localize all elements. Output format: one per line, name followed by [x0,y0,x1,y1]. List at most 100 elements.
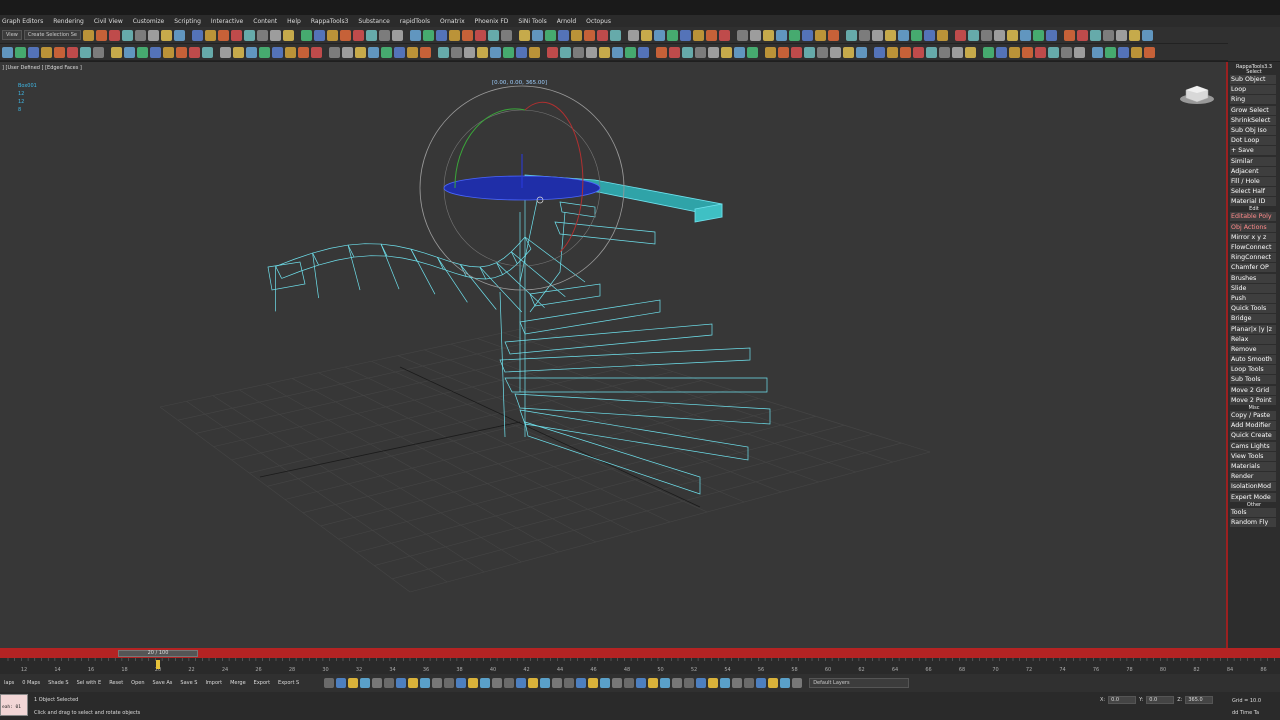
toolbar-tool-icon[interactable] [28,46,39,58]
rappa-chamfer-op-button[interactable]: Chamfer OP [1230,263,1276,273]
bottom-save-s-button[interactable]: Save S [176,680,201,686]
toolbar-tool-icon[interactable] [570,29,582,41]
bottom-export-button[interactable]: Export [250,680,274,686]
toolbar-tool-icon[interactable] [233,46,244,58]
rappa-save-button[interactable]: + Save [1230,146,1276,156]
rappa-fill-hole-button[interactable]: Fill / Hole [1230,176,1276,186]
toolbar-tool-icon[interactable] [394,46,405,58]
rappa-ringconnect-button[interactable]: RingConnect [1230,253,1276,263]
y-field[interactable]: 0.0 [1146,696,1175,704]
toolbar-tool-icon[interactable] [246,46,257,58]
rappa-loop-button[interactable]: Loop [1230,85,1276,95]
bottom-tool-icon[interactable] [336,678,347,688]
menu-help[interactable]: Help [285,18,309,25]
toolbar-tool-icon[interactable] [1076,29,1088,41]
rappa-copy-paste-button[interactable]: Copy / Paste [1230,411,1276,420]
rappa-dot-loop-button[interactable]: Dot Loop [1230,136,1276,146]
toolbar-tool-icon[interactable] [573,46,584,58]
toolbar-tool-icon[interactable] [612,46,623,58]
toolbar-tool-icon[interactable] [599,46,610,58]
toolbar-tool-icon[interactable] [804,46,815,58]
toolbar-tool-icon[interactable] [967,29,979,41]
toolbar-tool-icon[interactable] [542,47,545,58]
bottom-tool-icon[interactable] [480,678,491,688]
toolbar-tool-icon[interactable] [596,29,608,41]
toolbar-tool-icon[interactable] [41,46,52,58]
toolbar-tool-icon[interactable] [778,46,789,58]
rappa-adjacent-button[interactable]: Adjacent [1230,166,1276,176]
rappa-select-half-button[interactable]: Select Half [1230,187,1276,197]
viewcube-icon[interactable] [1178,80,1216,106]
perspective-viewport[interactable]: ] [User Defined ] [Edged Faces ] Box001 … [0,62,1226,648]
rappa-similar-button[interactable]: Similar [1230,156,1276,166]
toolbar-tool-icon[interactable] [669,46,680,58]
rappa-brushes-button[interactable]: Brushes [1230,273,1276,283]
toolbar-tool-icon[interactable] [653,29,665,41]
toolbar-tool-icon[interactable] [487,29,499,41]
toolbar-tool-icon[interactable] [67,46,78,58]
menu-sini-tools[interactable]: SiNi Tools [516,18,554,25]
rappa-obj-actions-button[interactable]: Obj Actions [1230,222,1276,232]
toolbar-tool-icon[interactable] [500,29,512,41]
bottom-tool-icon[interactable] [780,678,791,688]
toolbar-tool-icon[interactable] [451,46,462,58]
bottom-tool-icon[interactable] [792,678,803,688]
menu-octopus[interactable]: Octopus [584,18,619,25]
toolbar-tool-icon[interactable] [311,46,322,58]
toolbar-tool-icon[interactable] [936,29,948,41]
toolbar-tool-icon[interactable] [749,29,761,41]
toolbar-tool-icon[interactable] [422,29,434,41]
toolbar-tool-icon[interactable] [329,46,340,58]
rappa-sub-tools-button[interactable]: Sub Tools [1230,375,1276,385]
toolbar-tool-icon[interactable] [378,29,390,41]
rappa-mirror-x-y-z-button[interactable]: Mirror x y z [1230,232,1276,242]
toolbar-tool-icon[interactable] [910,29,922,41]
toolbar-tool-icon[interactable] [856,46,867,58]
toolbar-tool-icon[interactable] [220,46,231,58]
bottom-tool-icon[interactable] [372,678,383,688]
rappa-shrinkselect-button[interactable]: ShrinkSelect [1230,115,1276,125]
toolbar-tool-icon[interactable] [926,46,937,58]
toolbar-tool-icon[interactable] [420,46,431,58]
toolbar-tool-icon[interactable] [1128,29,1140,41]
bottom-tool-icon[interactable] [624,678,635,688]
toolbar-tool-icon[interactable] [176,46,187,58]
toolbar-tool-icon[interactable] [518,29,530,41]
toolbar-tool-icon[interactable] [950,30,953,41]
toolbar-tool-icon[interactable] [514,30,517,41]
toolbar-tool-icon[interactable] [381,46,392,58]
bottom-tool-icon[interactable] [684,678,695,688]
toolbar-tool-icon[interactable] [365,29,377,41]
toolbar-tool-icon[interactable] [705,29,717,41]
toolbar-tool-icon[interactable] [435,29,447,41]
toolbar-tool-icon[interactable] [189,46,200,58]
toolbar-tool-icon[interactable] [516,46,527,58]
bottom-tool-icon[interactable] [348,678,359,688]
menu-ornatrix[interactable]: Ornatrix [438,18,473,25]
bottom-tool-icon[interactable] [576,678,587,688]
toolbar-tool-icon[interactable] [147,29,159,41]
toolbar-tool-icon[interactable] [980,29,992,41]
toolbar-tool-icon[interactable] [108,29,120,41]
toolbar-tool-icon[interactable] [1019,29,1031,41]
bottom-tool-icon[interactable] [552,678,563,688]
toolbar-tool-icon[interactable] [736,29,748,41]
bottom-tool-icon[interactable] [468,678,479,688]
toolbar-tool-icon[interactable] [285,46,296,58]
toolbar-tool-icon[interactable] [732,30,735,41]
toolbar-tool-icon[interactable] [814,29,826,41]
bottom-sel-with-e-button[interactable]: Sel with E [73,680,106,686]
toolbar-tool-icon[interactable] [137,46,148,58]
toolbar-tool-icon[interactable] [666,29,678,41]
toolbar-tool-icon[interactable] [438,46,449,58]
bottom-tool-icon[interactable] [408,678,419,688]
toolbar-tool-icon[interactable] [1102,29,1114,41]
toolbar-tool-icon[interactable] [448,29,460,41]
toolbar-tool-icon[interactable] [760,47,763,58]
toolbar-tool-icon[interactable] [692,29,704,41]
toolbar-tool-icon[interactable] [843,46,854,58]
toolbar-tool-icon[interactable] [269,29,281,41]
toolbar-tool-icon[interactable] [368,46,379,58]
toolbar-tool-icon[interactable] [150,46,161,58]
bottom-tool-icon[interactable] [708,678,719,688]
